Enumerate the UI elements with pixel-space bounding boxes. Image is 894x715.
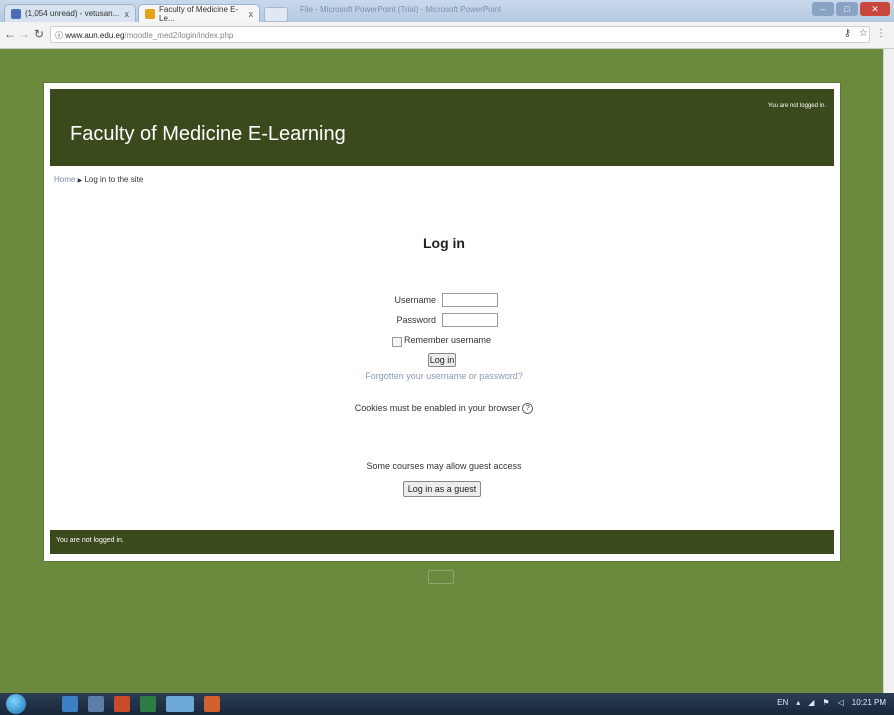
menu-icon[interactable]: ⋮: [876, 28, 886, 39]
clock[interactable]: 10:21 PM: [852, 698, 886, 707]
remember-username-checkbox[interactable]: [392, 337, 402, 347]
password-label: Password: [396, 315, 436, 325]
breadcrumb-current: Log in to the site: [84, 175, 144, 184]
vertical-scrollbar[interactable]: [883, 49, 894, 693]
reload-icon[interactable]: ↻: [34, 27, 44, 41]
mail-icon: [11, 8, 21, 19]
moodle-page: Faculty of Medicine E-Learning You are n…: [44, 83, 840, 561]
close-tab-icon[interactable]: x: [125, 9, 130, 19]
guest-login-button[interactable]: Log in as a guest: [403, 481, 481, 497]
bookmark-star-icon[interactable]: ☆: [859, 28, 868, 39]
url-path: /moodle_med2/login/index.php: [124, 31, 234, 40]
window-controls: – □ ✕: [812, 2, 890, 16]
flag-icon[interactable]: ⚑: [822, 698, 829, 707]
login-button[interactable]: Log in: [428, 353, 456, 367]
new-tab-button[interactable]: [264, 7, 288, 22]
login-heading: Log in: [423, 235, 465, 251]
key-icon[interactable]: ⚷: [844, 28, 851, 39]
chrome-icon[interactable]: [166, 696, 194, 712]
breadcrumb-separator: ▶: [77, 178, 83, 184]
username-input[interactable]: [442, 293, 498, 307]
close-tab-icon[interactable]: x: [249, 9, 254, 19]
address-bar: ← → ↻ ⓘ www.aun.edu.eg/moodle_med2/login…: [0, 22, 894, 49]
tab-label: Faculty of Medicine E-Le...: [159, 4, 239, 23]
breadcrumb: Home ▶ Log in to the site: [54, 175, 143, 184]
tray-arrow-icon[interactable]: ▴: [796, 698, 800, 707]
remember-username-label: Remember username: [404, 335, 492, 345]
office-icon[interactable]: [114, 696, 130, 712]
window-caption: File - Microsoft PowerPoint (Trial) - Mi…: [300, 5, 502, 14]
moodle-hat-icon: [145, 8, 155, 19]
breadcrumb-home-link[interactable]: Home: [54, 175, 75, 184]
site-title: Faculty of Medicine E-Learning: [70, 123, 346, 145]
browser-tab-faculty[interactable]: Faculty of Medicine E-Le... x: [138, 4, 260, 23]
url-field[interactable]: ⓘ www.aun.edu.eg/moodle_med2/login/index…: [50, 26, 870, 43]
username-label: Username: [394, 295, 436, 305]
guest-access-info: Some courses may allow guest access: [366, 461, 522, 471]
browser-tab-mail[interactable]: (1,054 unread) - vetusan... x: [4, 4, 136, 22]
ie-icon[interactable]: [62, 696, 78, 712]
toolbar-icons: ⚷ ☆ ⋮: [844, 28, 886, 39]
site-header: Faculty of Medicine E-Learning You are n…: [50, 89, 834, 166]
taskbar: EN ▴ ◢ ⚑ ◁ 10:21 PM: [0, 693, 894, 715]
page-info-icon[interactable]: ⓘ: [55, 31, 63, 40]
volume-icon[interactable]: ◁: [838, 698, 844, 707]
forgot-password-link[interactable]: Forgotten your username or password?: [46, 371, 842, 381]
network-icon[interactable]: ◢: [808, 698, 814, 707]
help-icon[interactable]: ?: [522, 403, 534, 415]
start-orb-icon[interactable]: [6, 694, 26, 714]
close-window-button[interactable]: ✕: [860, 2, 890, 16]
excel-icon[interactable]: [140, 696, 156, 712]
maximize-button[interactable]: □: [836, 2, 858, 16]
back-icon[interactable]: ←: [4, 27, 16, 41]
cookies-notice: Cookies must be enabled in your browser?: [46, 403, 842, 415]
system-tray: EN ▴ ◢ ⚑ ◁ 10:21 PM: [777, 698, 886, 707]
tab-label: (1,054 unread) - vetusan...: [25, 9, 120, 18]
browser-titlebar: (1,054 unread) - vetusan... x Faculty of…: [0, 0, 894, 23]
minimize-button[interactable]: –: [812, 2, 834, 16]
explorer-icon[interactable]: [88, 696, 104, 712]
language-indicator[interactable]: EN: [777, 698, 788, 707]
login-status-top: You are not logged in.: [767, 103, 826, 109]
cookies-text: Cookies must be enabled in your browser: [354, 403, 521, 413]
powerpoint-icon[interactable]: [204, 696, 220, 712]
url-domain: www.aun.edu.eg: [65, 31, 125, 40]
footer-logo-outline: [428, 570, 454, 584]
site-footer: You are not logged in.: [50, 530, 834, 554]
password-input[interactable]: [442, 313, 498, 327]
forward-icon[interactable]: →: [18, 27, 30, 41]
login-status-bottom: You are not logged in.: [56, 537, 124, 544]
